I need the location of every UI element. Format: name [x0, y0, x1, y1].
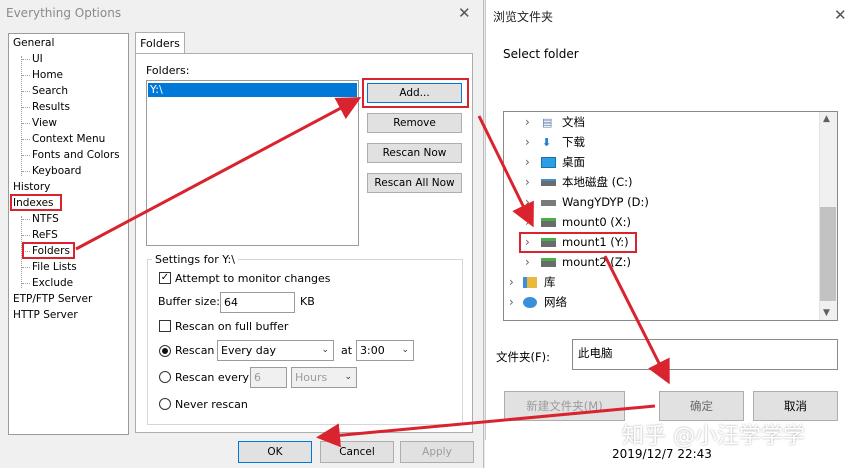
arrow-add-to-mount [477, 115, 534, 228]
arrow-mount-to-confirm [603, 255, 670, 385]
arrow-confirm-to-ok [316, 404, 656, 448]
arrow-folders-to-add [75, 97, 362, 251]
annotation-arrows [75, 97, 670, 448]
